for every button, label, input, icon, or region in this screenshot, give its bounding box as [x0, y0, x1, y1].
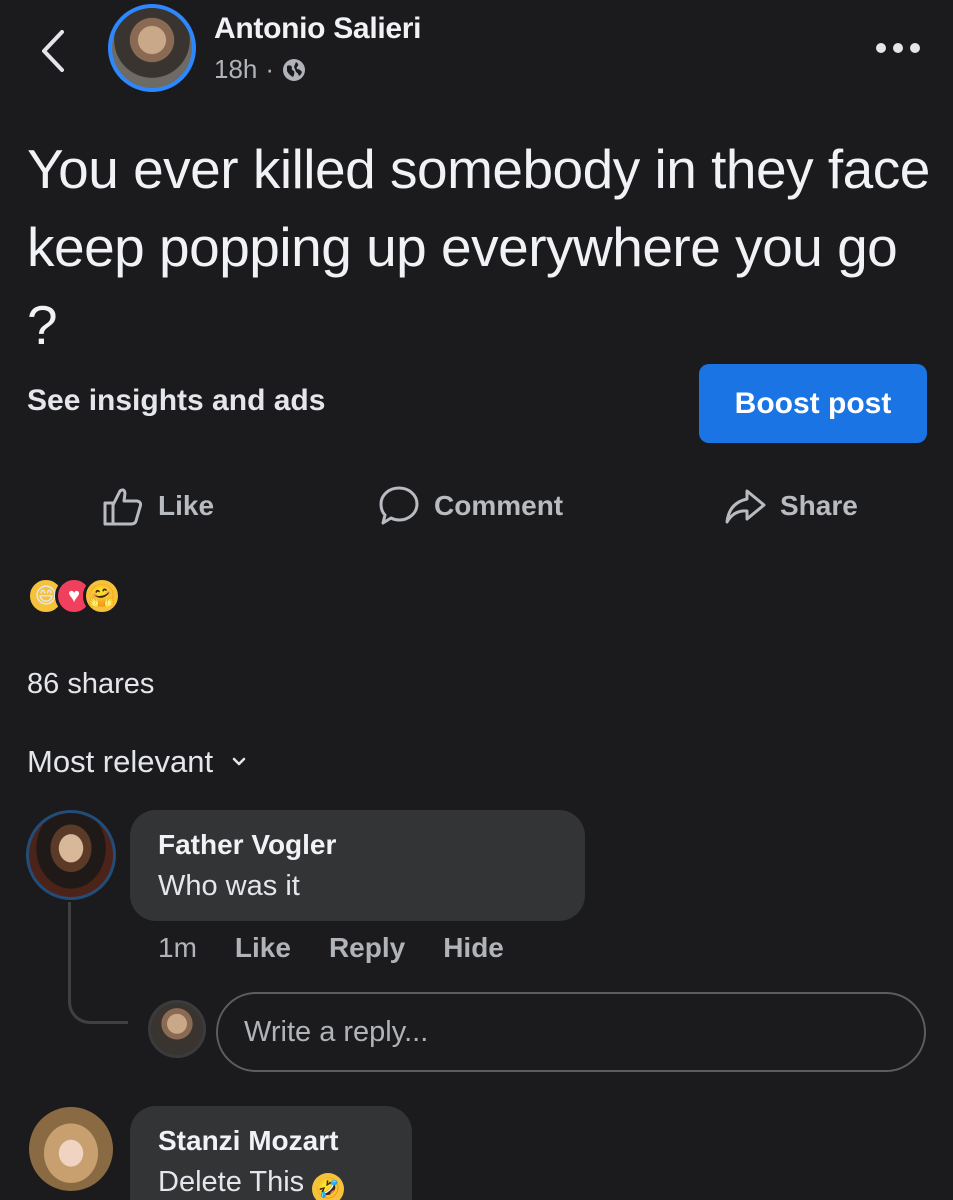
like-label: Like — [158, 490, 215, 521]
comment-button[interactable]: Comment — [376, 482, 563, 530]
like-button[interactable]: Like — [100, 482, 214, 530]
comment-sort-dropdown[interactable]: Most relevant — [27, 744, 247, 780]
share-label: Share — [780, 490, 858, 521]
reply-thread-line — [68, 902, 128, 1024]
back-button[interactable] — [34, 26, 74, 76]
commenter-avatar[interactable] — [26, 1104, 116, 1194]
comment-bubble: Stanzi Mozart Delete This 🤣 — [130, 1106, 412, 1200]
share-arrow-icon — [725, 489, 766, 524]
more-dot — [910, 43, 920, 53]
post-timestamp[interactable]: 18h — [214, 54, 257, 85]
commenter-name[interactable]: Stanzi Mozart — [158, 1124, 384, 1158]
post-text: You ever killed somebody in they face ke… — [27, 138, 930, 356]
reactions-summary[interactable]: 😄 ♥ 🤗 — [27, 577, 121, 615]
comment-hide-button[interactable]: Hide — [443, 932, 504, 964]
boost-post-button[interactable]: Boost post — [699, 364, 927, 443]
comment-actions: 1m Like Reply Hide — [158, 932, 542, 964]
current-user-avatar — [148, 1000, 206, 1058]
comment-label: Comment — [434, 490, 564, 521]
author-avatar[interactable] — [108, 4, 196, 92]
sort-label: Most relevant — [27, 744, 214, 779]
commenter-avatar[interactable] — [26, 810, 116, 900]
comment-reply-button[interactable]: Reply — [329, 932, 405, 964]
reply-input[interactable] — [216, 992, 926, 1072]
author-name[interactable]: Antonio Salieri — [214, 12, 421, 46]
more-options-icon — [876, 43, 886, 53]
comment-text-row: Delete This 🤣 — [158, 1162, 384, 1200]
comment-text: Delete This — [158, 1166, 305, 1198]
laughing-emoji-icon: 🤣 — [312, 1173, 345, 1200]
care-reaction-icon: 🤗 — [83, 577, 121, 615]
more-dot — [893, 43, 903, 53]
comment-bubble-icon — [379, 486, 419, 525]
post-page: Antonio Salieri 18h · You ever killed so… — [0, 0, 953, 1200]
globe-icon — [283, 58, 306, 81]
meta-separator: · — [265, 54, 275, 84]
more-options-button[interactable] — [876, 38, 926, 58]
insights-link[interactable]: See insights and ads — [27, 384, 325, 418]
comment-bubble: Father Vogler Who was it — [130, 810, 585, 921]
comment-like-button[interactable]: Like — [235, 932, 291, 964]
comment-text: Who was it — [158, 870, 300, 902]
thumbs-up-icon — [103, 488, 143, 526]
commenter-name[interactable]: Father Vogler — [158, 828, 557, 862]
chevron-down-icon — [232, 757, 246, 766]
shares-count[interactable]: 86 shares — [27, 668, 154, 701]
share-button[interactable]: Share — [722, 482, 858, 530]
comment-time[interactable]: 1m — [158, 932, 197, 964]
post-meta: 18h · — [214, 54, 306, 85]
chevron-left-icon — [42, 30, 64, 72]
